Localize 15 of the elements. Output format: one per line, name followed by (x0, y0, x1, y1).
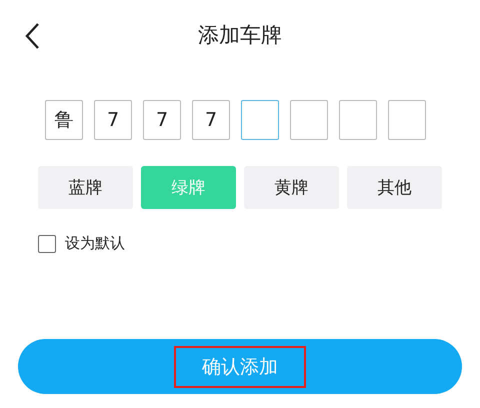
plate-char-field[interactable] (290, 100, 328, 140)
plate-type-button[interactable]: 蓝牌 (38, 166, 133, 209)
plate-char-field[interactable] (339, 100, 377, 140)
plate-char-field[interactable]: 7 (192, 100, 230, 140)
default-label: 设为默认 (65, 234, 125, 253)
plate-type-button[interactable]: 黄牌 (244, 166, 339, 209)
plate-type-button[interactable]: 其他 (347, 166, 442, 209)
plate-char-field[interactable] (388, 100, 426, 140)
plate-char-field[interactable]: 7 (143, 100, 181, 140)
back-icon[interactable] (24, 22, 40, 50)
default-checkbox[interactable] (38, 234, 56, 252)
plate-char-field[interactable] (241, 100, 279, 140)
plate-char-field[interactable]: 鲁 (45, 100, 83, 140)
plate-char-field[interactable]: 7 (94, 100, 132, 140)
page-title: 添加车牌 (198, 22, 282, 49)
